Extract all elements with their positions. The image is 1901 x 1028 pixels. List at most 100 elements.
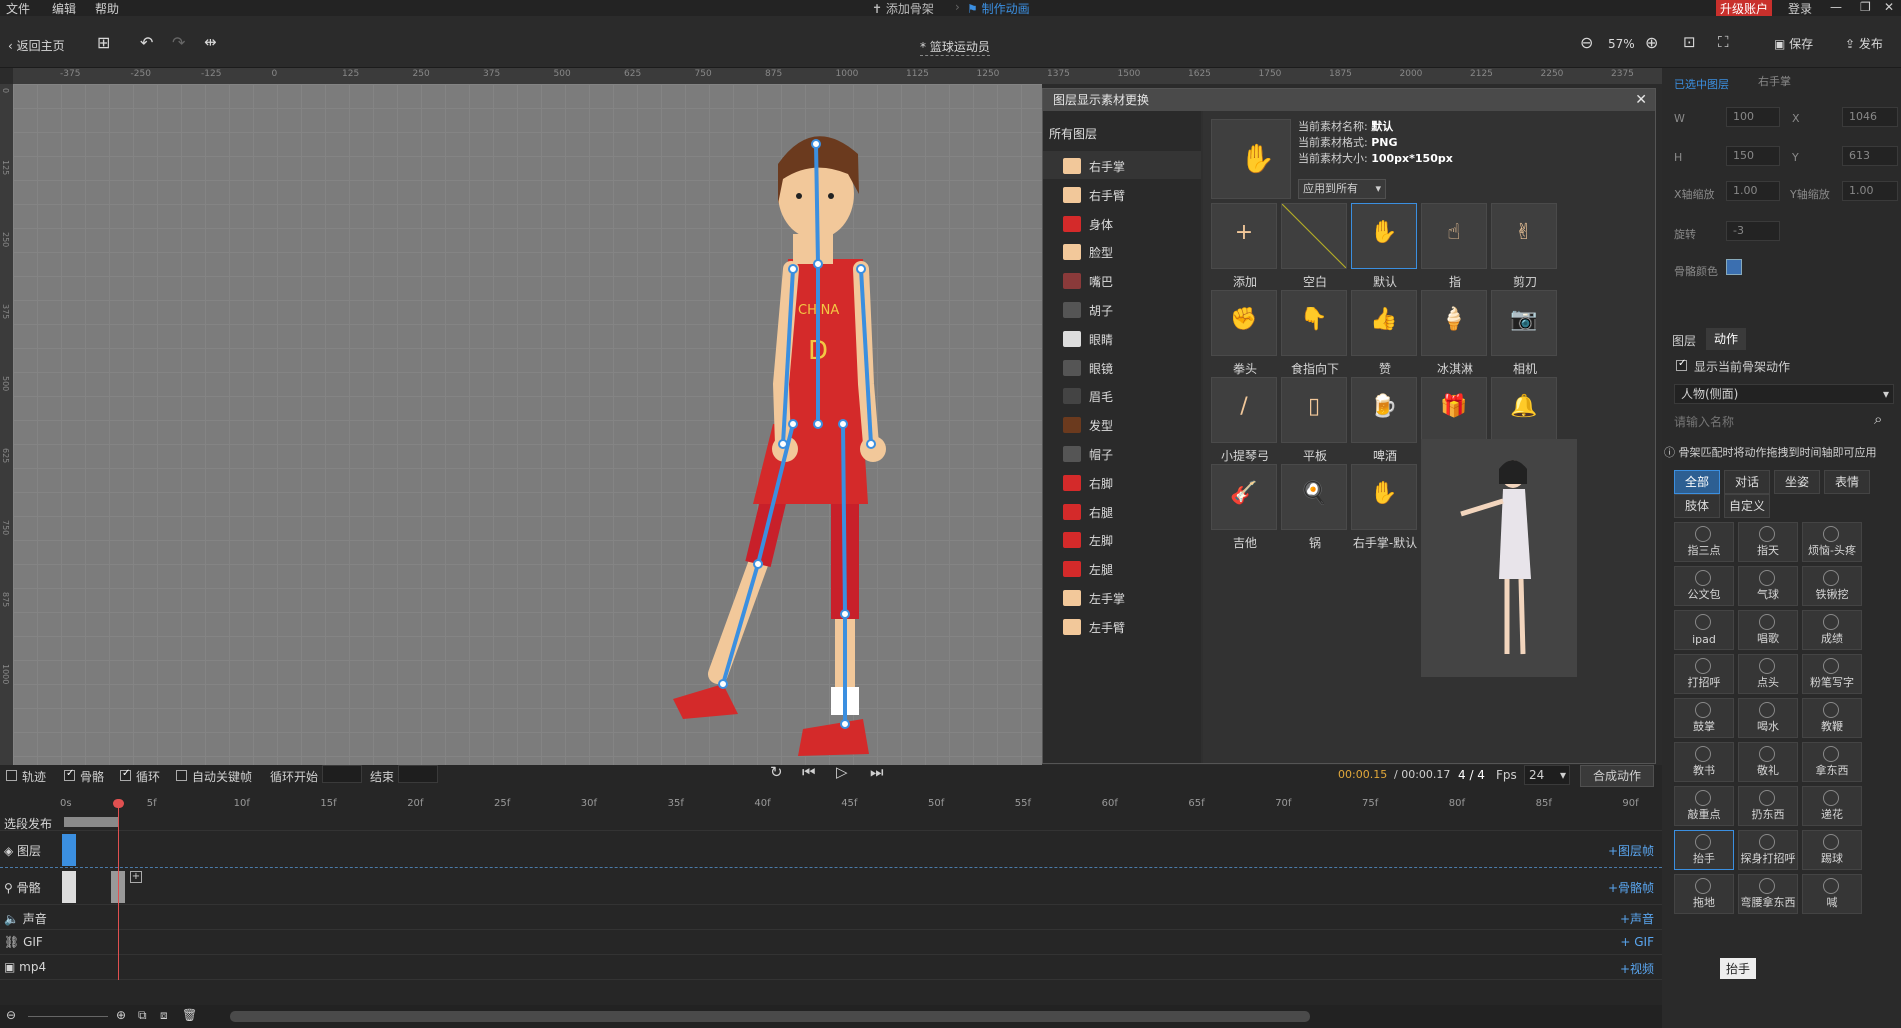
action-card[interactable]: 递花 (1802, 786, 1862, 826)
action-card[interactable]: 气球 (1738, 566, 1798, 606)
layer-item[interactable]: 嘴巴 (1043, 266, 1201, 294)
fullscreen-icon[interactable]: ⛶ (1718, 33, 1729, 51)
action-card[interactable]: 成绩 (1802, 610, 1862, 650)
document-title[interactable]: * 篮球运动员 (920, 38, 990, 56)
layer-item[interactable]: 胡子 (1043, 295, 1201, 323)
width-input[interactable]: 100 (1726, 107, 1780, 127)
copy-icon[interactable]: ⧉ (138, 1008, 147, 1023)
end-input[interactable] (398, 765, 438, 783)
material-tile[interactable]: ✋ (1351, 464, 1417, 530)
prev-frame-icon[interactable]: ⏮ (802, 763, 816, 781)
loop-checkbox[interactable] (120, 768, 131, 781)
material-tile[interactable]: 🎁 (1421, 377, 1487, 443)
filter-0[interactable]: 全部 (1674, 470, 1720, 494)
rotation-input[interactable]: -3 (1726, 221, 1780, 241)
fps-select[interactable]: 24 ▾ (1524, 765, 1570, 785)
material-tile[interactable]: ✊ (1211, 290, 1277, 356)
maximize-icon[interactable]: ❐ (1860, 0, 1871, 14)
action-card[interactable]: 踢球 (1802, 830, 1862, 870)
tab-action[interactable]: 动作 (1706, 328, 1746, 350)
actual-size-icon[interactable]: ⊡ (1683, 33, 1696, 51)
add-gif-button[interactable]: + GIF (1620, 935, 1654, 949)
bone-checkbox[interactable] (64, 768, 75, 781)
skeleton-select[interactable]: 人物(侧面) ▾ (1674, 384, 1894, 404)
material-tile[interactable]: 🍦 (1421, 290, 1487, 356)
layer-keyframe[interactable] (62, 834, 76, 866)
layer-item[interactable]: 身体 (1043, 209, 1201, 237)
loop-start-input[interactable] (322, 765, 362, 783)
close-icon[interactable]: ✕ (1884, 0, 1894, 14)
action-card[interactable]: 打招呼 (1674, 654, 1734, 694)
action-card[interactable]: 喝水 (1738, 698, 1798, 738)
action-card[interactable]: 拿东西 (1802, 742, 1862, 782)
save-button[interactable]: ▣ 保存 (1774, 35, 1813, 52)
filter-1[interactable]: 对话 (1724, 470, 1770, 494)
step-make-animation[interactable]: ⚑ 制作动画 (967, 0, 1030, 17)
material-tile[interactable]: ▯ (1281, 377, 1347, 443)
action-card[interactable]: 拖地 (1674, 874, 1734, 914)
step-add-skeleton[interactable]: ✝ 添加骨架 (872, 0, 934, 17)
action-card[interactable]: 敬礼 (1738, 742, 1798, 782)
layer-item[interactable]: 右腿 (1043, 497, 1201, 525)
material-tile[interactable]: 📷 (1491, 290, 1557, 356)
layer-item[interactable]: 右手臂 (1043, 180, 1201, 208)
undo-icon[interactable]: ↶ (140, 33, 153, 52)
layer-item[interactable]: 眉毛 (1043, 381, 1201, 409)
filter-2[interactable]: 坐姿 (1774, 470, 1820, 494)
back-button[interactable]: ‹ 返回主页 (8, 37, 65, 54)
show-current-checkbox[interactable] (1676, 358, 1687, 371)
layer-item[interactable]: 脸型 (1043, 237, 1201, 265)
add-sound-button[interactable]: +声音 (1620, 910, 1654, 927)
height-input[interactable]: 150 (1726, 146, 1780, 166)
timeline-scrollbar[interactable] (230, 1011, 1310, 1022)
layer-item[interactable]: 右脚 (1043, 468, 1201, 496)
layer-item[interactable]: 眼睛 (1043, 324, 1201, 352)
action-card[interactable]: 粉笔写字 (1802, 654, 1862, 694)
y-input[interactable]: 613 (1842, 146, 1898, 166)
material-tile[interactable]: 🔔 (1491, 377, 1557, 443)
section-range[interactable] (64, 817, 118, 827)
filter-4[interactable]: 肢体 (1674, 494, 1720, 518)
action-card[interactable]: 探身打招呼 (1738, 830, 1798, 870)
action-card[interactable]: 铁锹挖 (1802, 566, 1862, 606)
track-checkbox[interactable] (6, 770, 17, 781)
layer-item[interactable]: 左腿 (1043, 554, 1201, 582)
layer-item[interactable]: 右手掌 (1043, 151, 1201, 179)
zoom-out-icon[interactable]: ⊖ (6, 1008, 16, 1022)
action-card[interactable]: 烦恼-头疼 (1802, 522, 1862, 562)
character-figure[interactable]: CHINA D (13, 84, 1042, 765)
filter-3[interactable]: 表情 (1824, 470, 1870, 494)
action-card[interactable]: 抬手 (1674, 830, 1734, 870)
canvas[interactable]: CHINA D (13, 84, 1042, 765)
minimize-icon[interactable]: — (1830, 0, 1842, 14)
action-card[interactable]: 公文包 (1674, 566, 1734, 606)
action-search-input[interactable] (1674, 412, 1874, 432)
skeleton-keyframe[interactable] (62, 871, 76, 903)
zoom-slider[interactable] (28, 1016, 108, 1017)
flip-icon[interactable]: ⇹ (204, 33, 217, 51)
add-keyframe-icon[interactable]: + (130, 871, 142, 883)
y-scale-input[interactable]: 1.00 (1842, 181, 1898, 201)
material-tile[interactable]: 🍺 (1351, 377, 1417, 443)
search-icon[interactable]: ⌕ (1874, 410, 1882, 428)
action-card[interactable]: 教书 (1674, 742, 1734, 782)
delete-icon[interactable]: 🗑 (182, 1008, 197, 1022)
layer-item[interactable]: 左手掌 (1043, 583, 1201, 611)
material-tile[interactable]: ✋ (1351, 203, 1417, 269)
redo-icon[interactable]: ↷ (172, 33, 185, 52)
layer-item[interactable]: 发型 (1043, 410, 1201, 438)
action-card[interactable]: 唱歌 (1738, 610, 1798, 650)
material-tile[interactable]: 👇 (1281, 290, 1347, 356)
tab-layer[interactable]: 图层 (1672, 332, 1696, 349)
material-tile[interactable]: + (1211, 203, 1277, 269)
auto-key-checkbox[interactable] (176, 770, 187, 781)
filter-5[interactable]: 自定义 (1724, 494, 1770, 518)
material-tile[interactable] (1281, 203, 1347, 269)
action-card[interactable]: 指三点 (1674, 522, 1734, 562)
action-card[interactable]: 鼓掌 (1674, 698, 1734, 738)
action-card[interactable]: 扔东西 (1738, 786, 1798, 826)
apply-all-select[interactable]: 应用到所有 ▾ (1298, 179, 1386, 199)
action-card[interactable]: 弯腰拿东西 (1738, 874, 1798, 914)
menu-edit[interactable]: 编辑 (52, 0, 76, 17)
panel-close-icon[interactable]: ✕ (1635, 89, 1647, 111)
